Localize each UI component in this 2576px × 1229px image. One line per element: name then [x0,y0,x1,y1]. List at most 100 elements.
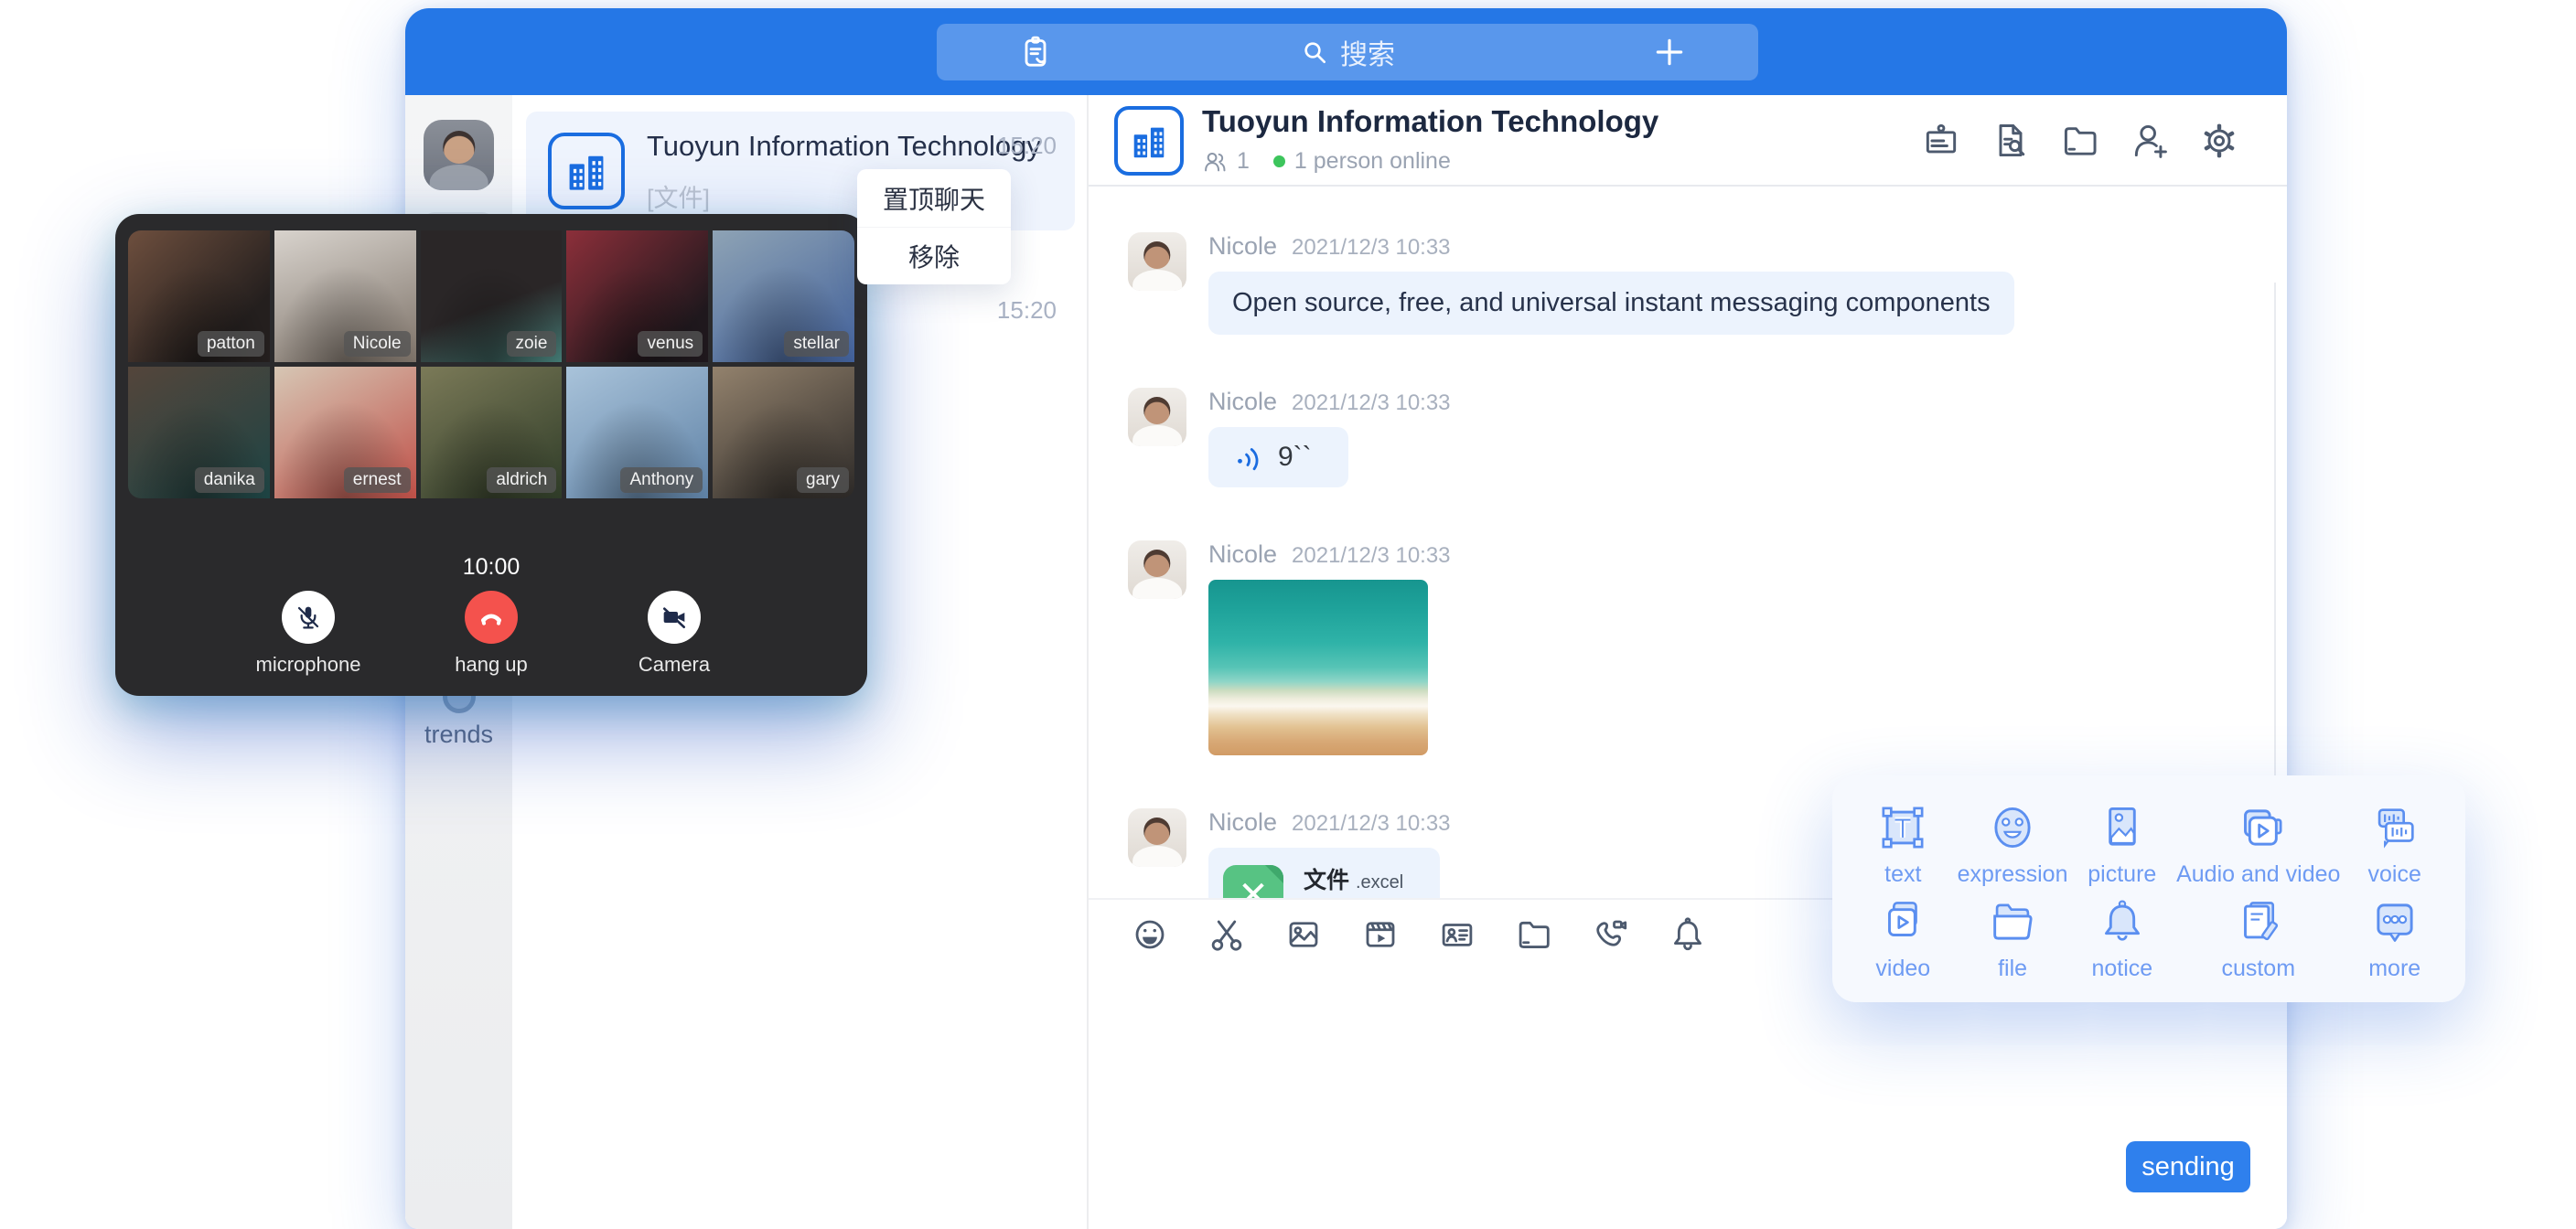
menu-item-pin-chat[interactable]: 置顶聊天 [857,169,1011,227]
text-frame-icon [1876,801,1929,854]
audio-video-icon [2232,801,2285,854]
panel-item-label: file [1998,956,2027,982]
message-type-panel: text expression picture Audio and video … [1832,775,2465,1002]
microphone-off-button[interactable] [282,591,335,644]
participant-tile: aldrich [421,367,563,498]
add-member-icon[interactable] [2130,121,2170,161]
file-extension: .excel [1356,872,1403,892]
panel-item-label: Audio and video [2176,861,2340,888]
panel-item-text[interactable]: text [1849,797,1958,892]
chat-history-search-icon[interactable] [1991,121,2031,161]
participant-tile: Nicole [274,230,416,362]
conversation-time: 15:20 [997,132,1057,160]
participant-tile: Anthony [566,367,708,498]
panel-item-audio-video[interactable]: Audio and video [2176,797,2340,892]
message-text: Nicole 2021/12/3 10:33 Open source, free… [1128,232,2287,335]
conversation-last-message: [文件] [647,178,710,214]
my-avatar[interactable] [424,120,494,190]
panel-item-voice[interactable]: voice [2340,797,2449,892]
video-clip-icon[interactable] [1361,915,1400,954]
member-count: 1 [1237,148,1250,175]
file-bubble[interactable]: ✕ 文件 .excel 12.8M [1208,848,1440,898]
picture-icon [2096,801,2149,854]
participant-tile: venus [566,230,708,362]
send-button[interactable]: sending [2126,1141,2250,1192]
panel-item-notice[interactable]: notice [2068,892,2177,986]
video-call-icon[interactable] [1592,915,1630,954]
voice-duration: 9`` [1278,442,1312,473]
sender-avatar[interactable] [1128,232,1186,291]
scissors-icon[interactable] [1208,915,1246,954]
message-input[interactable]: sending [1089,969,2287,1229]
camera-off-button[interactable] [648,591,701,644]
noticeboard-icon[interactable] [1921,121,1961,161]
panel-item-expression[interactable]: expression [1958,797,2068,892]
search-bar[interactable]: 搜索 [937,24,1758,80]
bell-icon[interactable] [1669,915,1707,954]
hang-up-button[interactable] [465,591,518,644]
participant-name: gary [797,467,849,493]
group-call-overlay: patton Nicole zoie venus stellar danika … [115,214,867,696]
sender-name: Nicole [1208,808,1277,837]
chat-main: Tuoyun Information Technology 1 1 person… [1089,95,2287,1229]
panel-item-file[interactable]: file [1958,892,2068,986]
file-x-glyph: ✕ [1238,877,1269,898]
conversation-title: Tuoyun Information Technology [647,130,1041,163]
message-image: Nicole 2021/12/3 10:33 [1128,540,2287,755]
sender-avatar[interactable] [1128,540,1186,599]
participant-tile: danika [128,367,270,498]
search-placeholder: 搜索 [1340,32,1395,72]
sender-avatar[interactable] [1128,388,1186,446]
top-bar: 搜索 [405,8,2287,95]
camera-control: Camera [610,591,738,677]
chat-header: Tuoyun Information Technology 1 1 person… [1089,95,2287,187]
sender-avatar[interactable] [1128,808,1186,867]
participant-tile: patton [128,230,270,362]
notice-bell-icon [2096,895,2149,948]
folder-icon[interactable] [2060,121,2100,161]
panel-item-label: video [1875,956,1930,982]
hang-up-control: hang up [427,591,555,677]
menu-item-remove[interactable]: 移除 [857,227,1011,284]
panel-item-video[interactable]: video [1849,892,1958,986]
more-dots-bubble-icon [2368,895,2421,948]
online-status: 1 person online [1294,148,1451,175]
chat-meta: 1 1 person online [1202,148,1451,175]
add-button[interactable] [1652,35,1687,69]
sender-name: Nicole [1208,388,1277,416]
panel-item-more[interactable]: more [2340,892,2449,986]
excel-file-icon: ✕ [1223,865,1283,898]
video-play-icon [1876,895,1929,948]
folder-icon[interactable] [1515,915,1553,954]
participant-name: stellar [784,331,849,357]
conversation-time: 15:20 [997,296,1057,325]
settings-gear-icon[interactable] [2199,121,2239,161]
participant-name: Anthony [620,467,703,493]
chat-title: Tuoyun Information Technology [1202,104,1658,139]
image-attachment[interactable] [1208,580,1428,755]
custom-document-pen-icon [2232,895,2285,948]
sender-name: Nicole [1208,232,1277,261]
voice-wave-icon [1232,442,1263,473]
emoji-icon[interactable] [1131,915,1169,954]
search-icon [1300,37,1329,67]
message-voice: Nicole 2021/12/3 10:33 9`` [1128,388,2287,487]
file-name: 文件 [1304,868,1349,893]
picture-icon[interactable] [1284,915,1323,954]
call-timer: 10:00 [115,554,867,581]
panel-item-custom[interactable]: custom [2176,892,2340,986]
contacts-icon[interactable] [1017,34,1054,70]
group-building-icon [548,133,625,209]
voice-bubble[interactable]: 9`` [1208,427,1348,487]
panel-item-label: expression [1958,861,2068,888]
contact-card-icon[interactable] [1438,915,1476,954]
message-timestamp: 2021/12/3 10:33 [1292,235,1451,261]
sender-name: Nicole [1208,540,1277,569]
participant-tile: ernest [274,367,416,498]
participant-tile: zoie [421,230,563,362]
context-menu: 置顶聊天 移除 [857,169,1011,284]
file-folder-icon [1986,895,2039,948]
search-input[interactable]: 搜索 [937,32,1758,72]
voice-bubbles-icon [2368,801,2421,854]
panel-item-picture[interactable]: picture [2068,797,2177,892]
